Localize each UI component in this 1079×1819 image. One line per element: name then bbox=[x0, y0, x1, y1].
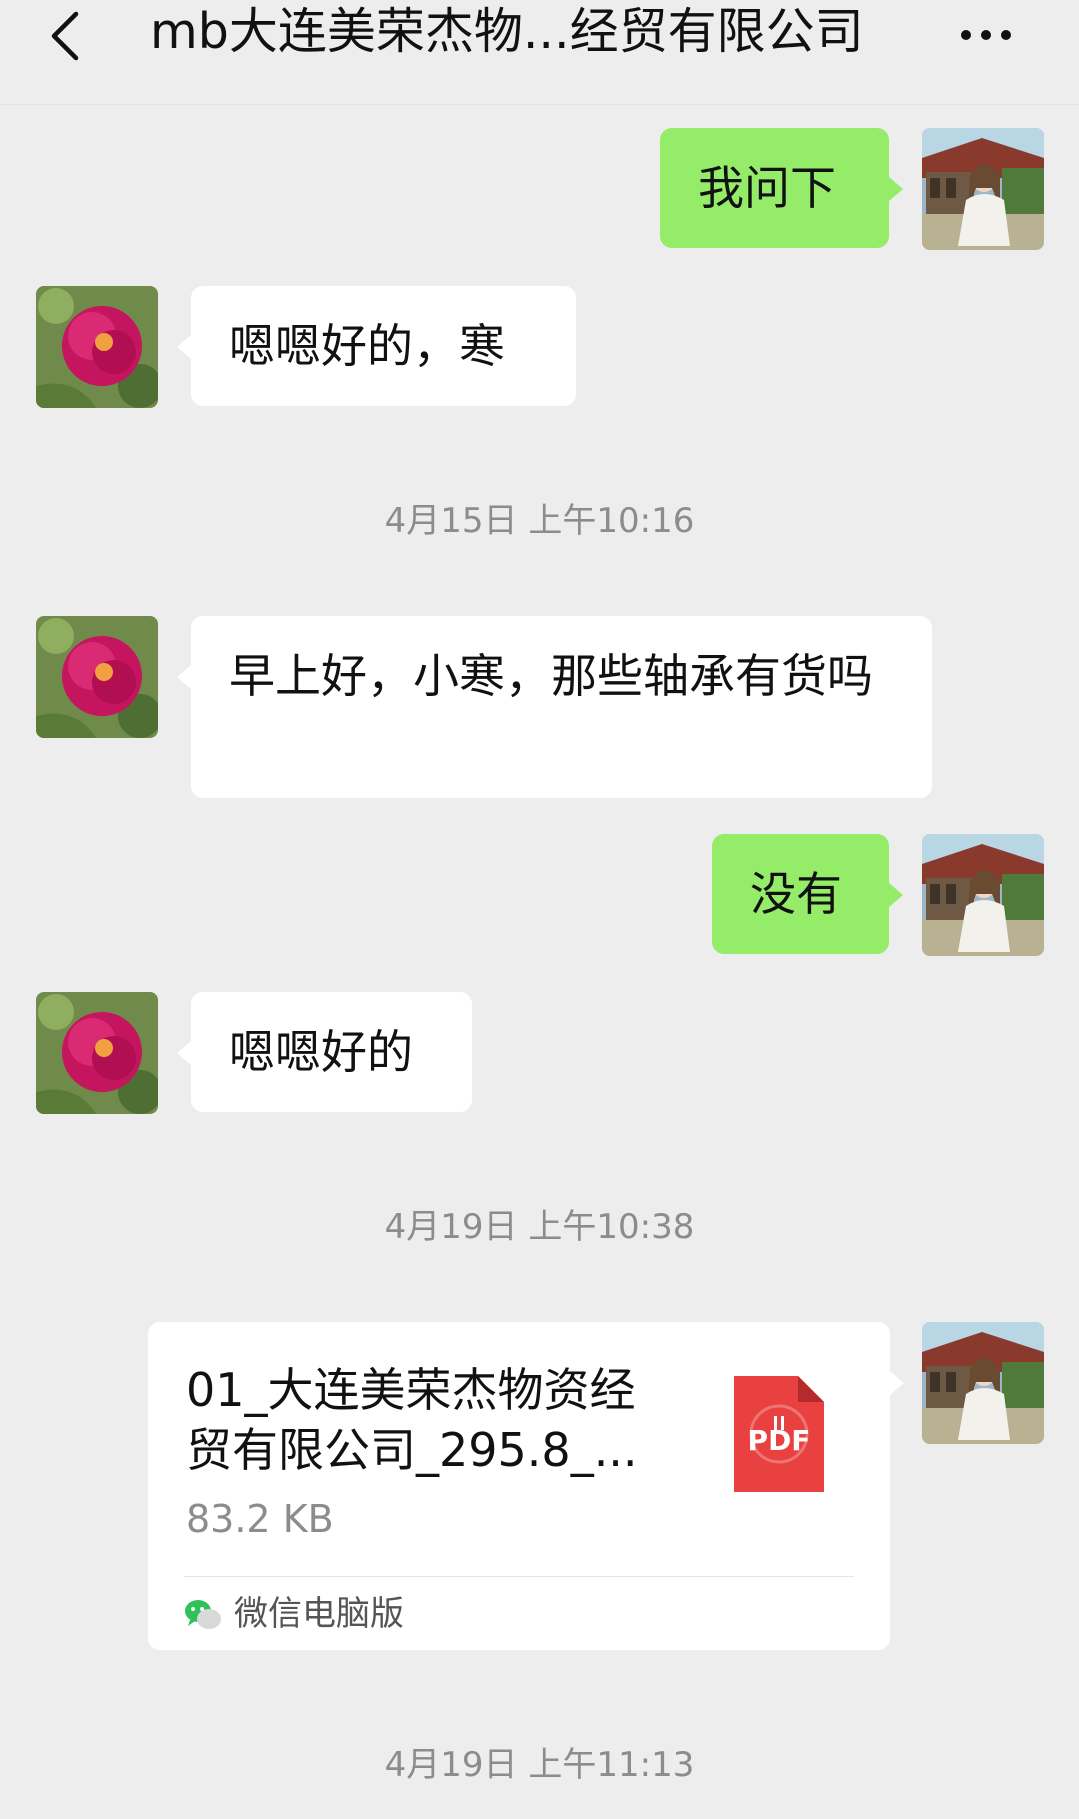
chat-header: mb大连美荣杰物...经贸有限公司 bbox=[0, 0, 1079, 105]
more-button[interactable] bbox=[953, 10, 1019, 60]
bubble-tail bbox=[177, 1041, 191, 1065]
file-message-card[interactable]: 01_大连美荣杰物资经 贸有限公司_295.8_... 83.2 KB PDF … bbox=[148, 1322, 904, 1650]
pdf-file-icon: PDF bbox=[734, 1376, 824, 1492]
ellipsis-icon bbox=[961, 30, 1011, 40]
message-bubble-self[interactable]: 我问下 bbox=[660, 128, 903, 248]
self-avatar[interactable] bbox=[922, 1322, 1044, 1444]
divider bbox=[184, 1576, 854, 1577]
file-name-line-1: 01_大连美荣杰物资经 bbox=[186, 1363, 636, 1417]
bubble-tail bbox=[890, 1371, 904, 1395]
chat-title: mb大连美荣杰物...经贸有限公司 bbox=[150, 3, 864, 60]
message-bubble-contact[interactable]: 嗯嗯好的 bbox=[177, 992, 472, 1112]
message-text: 嗯嗯好的 bbox=[229, 1025, 413, 1079]
message-text: 早上好，小寒，那些轴承有货吗 bbox=[229, 649, 873, 703]
svg-text:PDF: PDF bbox=[748, 1424, 811, 1457]
contact-avatar[interactable] bbox=[36, 286, 158, 408]
message-text: 我问下 bbox=[698, 161, 836, 215]
bubble-tail bbox=[889, 883, 903, 907]
self-avatar[interactable] bbox=[922, 834, 1044, 956]
self-avatar[interactable] bbox=[922, 128, 1044, 250]
back-button[interactable] bbox=[38, 8, 94, 64]
bubble-tail bbox=[177, 665, 191, 689]
contact-avatar[interactable] bbox=[36, 992, 158, 1114]
message-text: 没有 bbox=[750, 867, 842, 921]
file-source-label: 微信电脑版 bbox=[234, 1594, 404, 1634]
bubble-tail bbox=[177, 335, 191, 359]
file-size: 83.2 KB bbox=[186, 1497, 334, 1541]
message-text: 嗯嗯好的，寒 bbox=[229, 319, 505, 373]
timestamp: 4月15日 上午10:16 bbox=[384, 501, 695, 541]
bubble-tail bbox=[889, 177, 903, 201]
file-name: 01_大连美荣杰物资经 贸有限公司_295.8_... bbox=[186, 1360, 686, 1480]
timestamp: 4月19日 上午10:38 bbox=[384, 1207, 695, 1247]
contact-avatar[interactable] bbox=[36, 616, 158, 738]
message-bubble-contact[interactable]: 嗯嗯好的，寒 bbox=[177, 286, 576, 406]
wechat-icon bbox=[185, 1600, 221, 1629]
message-bubble-contact[interactable]: 早上好，小寒，那些轴承有货吗 bbox=[177, 616, 932, 798]
message-bubble-self[interactable]: 没有 bbox=[712, 834, 903, 954]
chevron-left-icon bbox=[51, 11, 79, 61]
timestamp: 4月19日 上午11:13 bbox=[384, 1745, 695, 1785]
file-name-line-2: 贸有限公司_295.8_... bbox=[186, 1423, 638, 1477]
